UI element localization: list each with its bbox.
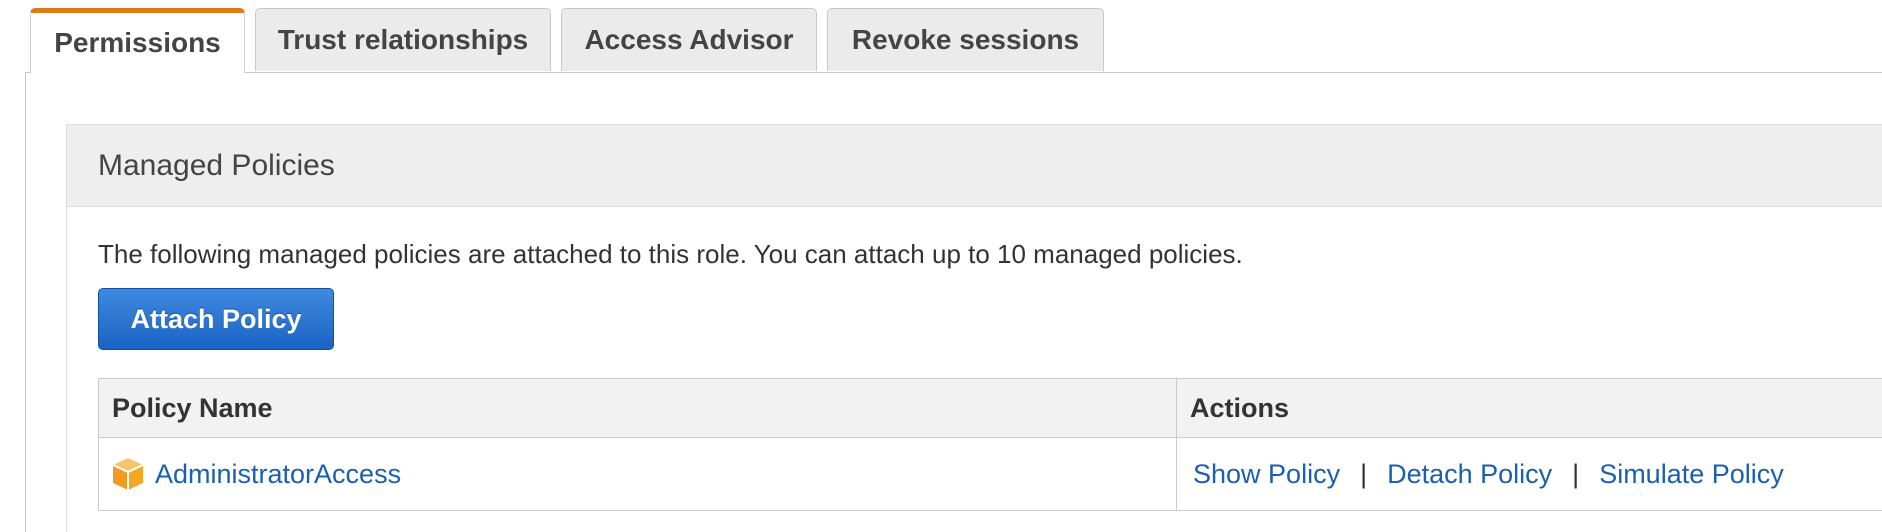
panel-description: The following managed policies are attac… — [98, 239, 1243, 269]
action-separator: | — [1572, 458, 1580, 489]
aws-managed-policy-cube-icon — [111, 456, 145, 492]
tab-label: Revoke sessions — [851, 24, 1080, 55]
detach-policy-link[interactable]: Detach Policy — [1387, 459, 1552, 490]
show-policy-link[interactable]: Show Policy — [1193, 459, 1340, 490]
table-row: AdministratorAccess Show Policy | Detach… — [98, 437, 1882, 511]
policy-actions-cell: Show Policy | Detach Policy | Simulate P… — [1176, 437, 1882, 511]
policy-name-link[interactable]: AdministratorAccess — [155, 459, 401, 490]
attach-policy-button[interactable]: Attach Policy — [98, 288, 334, 350]
tab-bar: Permissions Trust relationships Access A… — [30, 8, 1104, 73]
panel-title: Managed Policies — [67, 125, 1882, 207]
managed-policies-panel: Managed Policies The following managed p… — [66, 124, 1882, 532]
column-header-policy-name: Policy Name — [98, 378, 1177, 438]
tab-revoke-sessions[interactable]: Revoke sessions — [827, 8, 1104, 71]
tab-access-advisor[interactable]: Access Advisor — [561, 8, 817, 71]
iam-role-permissions-view: Permissions Trust relationships Access A… — [0, 0, 1882, 532]
policy-name-cell: AdministratorAccess — [98, 437, 1177, 511]
tab-label: Access Advisor — [584, 24, 794, 55]
action-separator: | — [1360, 458, 1368, 489]
tab-permissions[interactable]: Permissions — [30, 8, 245, 73]
policies-table: Policy Name Actions AdministratorAccess … — [98, 378, 1882, 511]
tab-label: Trust relationships — [277, 24, 529, 55]
tab-trust-relationships[interactable]: Trust relationships — [255, 8, 551, 71]
table-header-row: Policy Name Actions — [98, 378, 1882, 438]
column-header-actions: Actions — [1176, 378, 1882, 438]
simulate-policy-link[interactable]: Simulate Policy — [1599, 459, 1784, 490]
tab-label: Permissions — [54, 27, 221, 58]
